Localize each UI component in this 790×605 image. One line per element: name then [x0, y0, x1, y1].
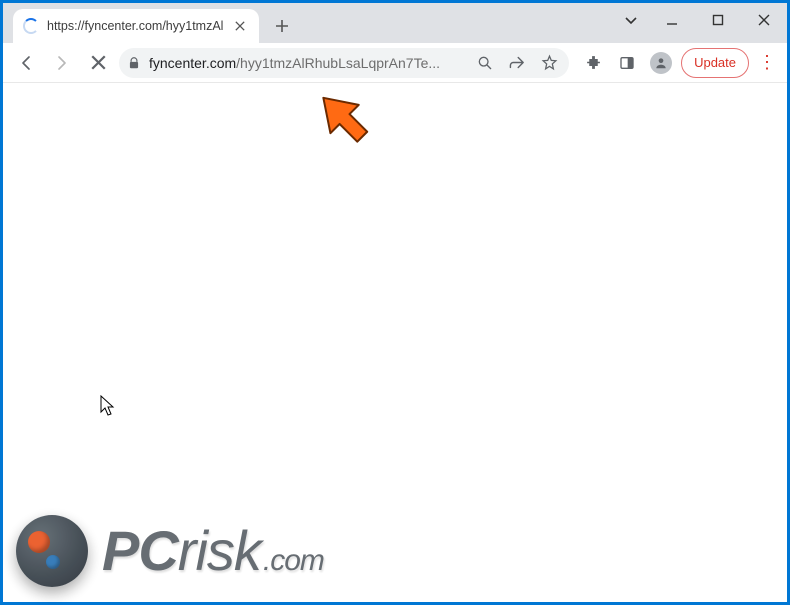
address-bar[interactable]: fyncenter.com/hyy1tmzAlRhubLsaLqprAn7Te.…: [119, 48, 569, 78]
toolbar-right: Update ⋮: [579, 48, 779, 78]
page-content: [3, 83, 787, 602]
update-label: Update: [694, 55, 736, 70]
zoom-icon[interactable]: [473, 51, 497, 75]
side-panel-icon[interactable]: [613, 49, 641, 77]
bookmark-star-icon[interactable]: [537, 51, 561, 75]
url-path: /hyy1tmzAlRhubLsaLqprAn7Te...: [236, 55, 440, 71]
window-minimize-button[interactable]: [649, 3, 695, 37]
browser-window: https://fyncenter.com/hyy1tmzAl: [3, 3, 787, 602]
window-close-button[interactable]: [741, 3, 787, 37]
url-host: fyncenter.com: [149, 55, 236, 71]
loading-spinner-icon: [23, 18, 39, 34]
tab-search-button[interactable]: [613, 3, 649, 37]
browser-toolbar: fyncenter.com/hyy1tmzAlRhubLsaLqprAn7Te.…: [3, 43, 787, 83]
forward-button[interactable]: [47, 48, 77, 78]
profile-avatar[interactable]: [647, 49, 675, 77]
update-button[interactable]: Update: [681, 48, 749, 78]
share-icon[interactable]: [505, 51, 529, 75]
omnibox-actions: [473, 51, 561, 75]
tab-close-button[interactable]: [231, 17, 249, 35]
tab-strip: https://fyncenter.com/hyy1tmzAl: [3, 3, 787, 43]
menu-button[interactable]: ⋮: [755, 52, 779, 73]
stop-reload-button[interactable]: [83, 48, 113, 78]
url-text: fyncenter.com/hyy1tmzAlRhubLsaLqprAn7Te.…: [149, 55, 465, 71]
avatar-icon: [650, 52, 672, 74]
new-tab-button[interactable]: [267, 11, 297, 41]
extensions-icon[interactable]: [579, 49, 607, 77]
window-maximize-button[interactable]: [695, 3, 741, 37]
browser-tab[interactable]: https://fyncenter.com/hyy1tmzAl: [13, 9, 259, 43]
back-button[interactable]: [11, 48, 41, 78]
lock-icon[interactable]: [127, 56, 141, 70]
tab-title: https://fyncenter.com/hyy1tmzAl: [47, 19, 223, 33]
window-controls: [613, 3, 787, 37]
